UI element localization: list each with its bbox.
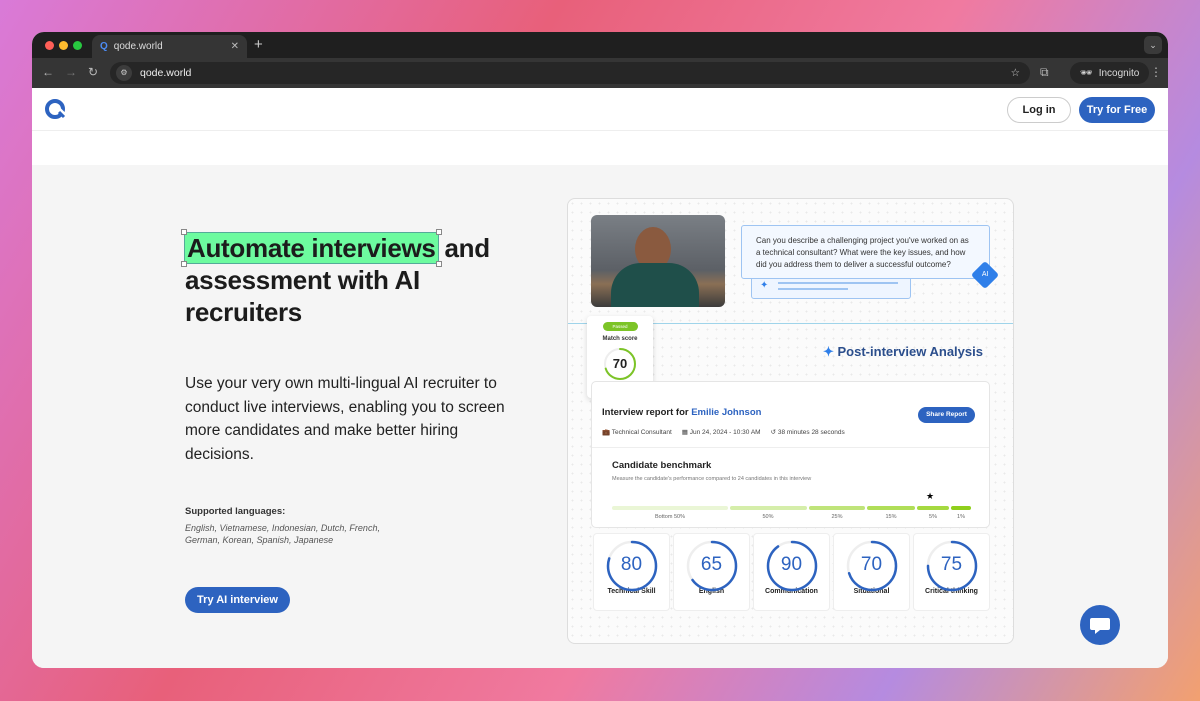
segment-label: 15% xyxy=(885,514,897,520)
skill-score-card: 80 Technical Skill xyxy=(593,533,670,611)
sparkle-icon: ✦ xyxy=(760,280,769,291)
match-score-value: 70 xyxy=(612,356,628,371)
duration-text: 38 minutes 28 seconds xyxy=(777,429,845,436)
duration: ↺ 38 minutes 28 seconds xyxy=(771,428,845,436)
new-tab-button[interactable]: + xyxy=(254,36,263,53)
login-button[interactable]: Log in xyxy=(1007,97,1071,123)
candidate-name: Emilie Johnson xyxy=(691,407,762,418)
candidate-position-star-icon: ★ xyxy=(926,491,935,501)
report-title: Interview report for Emilie Johnson xyxy=(602,407,761,418)
address-bar[interactable]: ⚙ qode.world ☆ xyxy=(110,62,1030,84)
incognito-label: Incognito xyxy=(1098,67,1140,79)
briefcase-icon: 💼 xyxy=(602,429,611,436)
try-for-free-button[interactable]: Try for Free xyxy=(1079,97,1155,123)
passed-badge: Passed xyxy=(602,322,638,331)
segment-label: 50% xyxy=(762,514,774,520)
history-icon: ↺ xyxy=(770,429,777,436)
match-score-label: Match score xyxy=(602,336,638,342)
skill-score-card: 65 English xyxy=(673,533,750,611)
score-value: 70 xyxy=(860,554,883,575)
incognito-badge[interactable]: 🕶 Incognito xyxy=(1070,62,1150,84)
benchmark-segment xyxy=(917,506,949,510)
site-header: Log in Try for Free xyxy=(32,88,1168,131)
skill-score-card: 90 Communication xyxy=(753,533,830,611)
benchmark-title: Candidate benchmark xyxy=(612,460,712,471)
incognito-icon: 🕶 xyxy=(1080,67,1093,79)
site-settings-icon[interactable]: ⚙ xyxy=(116,65,132,81)
candidate-photo xyxy=(591,215,725,307)
close-tab-icon[interactable]: ✕ xyxy=(231,41,239,52)
page: Log in Try for Free Automate interviews … xyxy=(32,88,1168,668)
benchmark-segment xyxy=(951,506,971,510)
forward-icon[interactable]: → xyxy=(65,65,77,79)
title-highlight: Automate interviews xyxy=(187,233,436,263)
segment-label: Bottom 50% xyxy=(655,514,685,520)
score-value: 90 xyxy=(780,554,803,575)
interview-report: Interview report for Emilie Johnson Shar… xyxy=(591,381,990,528)
highlighted-text[interactable]: Automate interviews xyxy=(181,229,442,267)
extensions-icon[interactable]: ⧉ xyxy=(1040,65,1049,80)
back-icon[interactable]: ← xyxy=(42,65,54,79)
match-score-ring: 70 xyxy=(603,347,637,381)
languages-title: Supported languages: xyxy=(185,506,286,517)
try-ai-interview-button[interactable]: Try AI interview xyxy=(185,587,290,613)
menu-icon[interactable]: ⋮ xyxy=(1150,65,1162,79)
role: 💼 Technical Consultant xyxy=(602,428,672,436)
qode-logo[interactable] xyxy=(44,97,68,121)
benchmark-segment xyxy=(867,506,915,510)
score-value: 80 xyxy=(620,554,643,575)
segment-label: 25% xyxy=(831,514,843,520)
bookmark-star-icon[interactable]: ☆ xyxy=(1011,67,1020,79)
score-value: 75 xyxy=(940,554,963,575)
score-value: 65 xyxy=(700,554,723,575)
report-divider xyxy=(592,447,989,448)
date-text: Jun 24, 2024 - 10:30 AM xyxy=(689,429,761,436)
segment-label: 1% xyxy=(957,514,965,520)
date: ▦ Jun 24, 2024 - 10:30 AM xyxy=(682,428,761,436)
languages-list: English, Vietnamese, Indonesian, Dutch, … xyxy=(185,523,380,545)
skill-scores: 80 Technical Skill 65 English 90 Communicatio… xyxy=(593,533,990,611)
benchmark-segment xyxy=(809,506,865,510)
benchmark-subtitle: Measure the candidate's performance comp… xyxy=(612,476,812,482)
benchmark-segment xyxy=(730,506,807,510)
tab-bar: Q qode.world ✕ + ⌄ xyxy=(32,32,1168,58)
analysis-title: ✦ Post-interview Analysis xyxy=(823,344,983,360)
report-prefix: Interview report for xyxy=(602,407,692,418)
hero-title: Automate interviews and assessment with … xyxy=(181,229,515,328)
chat-icon xyxy=(1090,618,1110,634)
tab-title: qode.world xyxy=(113,41,163,52)
demo-card: ✦ Can you describe a challenging project… xyxy=(567,198,1014,644)
tab-search-button[interactable]: ⌄ xyxy=(1144,36,1162,54)
header-spacer xyxy=(32,131,1168,165)
maximize-window-button[interactable] xyxy=(73,41,82,50)
role-text: Technical Consultant xyxy=(611,429,672,436)
chat-widget-button[interactable] xyxy=(1080,605,1120,645)
segment-label: 5% xyxy=(929,514,937,520)
benchmark-segment xyxy=(612,506,728,510)
skill-score-card: 75 Critical thinking xyxy=(913,533,990,611)
share-report-button[interactable]: Share Report xyxy=(918,407,975,423)
analysis-title-text: Post-interview Analysis xyxy=(837,344,983,359)
question-bubble: Can you describe a challenging project y… xyxy=(741,225,990,279)
ai-badge-label: AI xyxy=(981,271,989,278)
skill-score-card: 70 Situational xyxy=(833,533,910,611)
tab-active[interactable]: Q qode.world ✕ xyxy=(92,35,247,58)
hero-description: Use your very own multi-lingual AI recru… xyxy=(185,375,505,463)
calendar-icon: ▦ xyxy=(681,429,688,436)
reload-icon[interactable]: ↻ xyxy=(88,65,98,79)
report-meta: 💼 Technical Consultant ▦ Jun 24, 2024 - … xyxy=(602,428,845,436)
sparkle-icon: ✦ xyxy=(823,344,838,359)
favicon-icon: Q xyxy=(100,41,108,52)
browser-window: Q qode.world ✕ + ⌄ ← → ↻ ⚙ qode.world ☆ … xyxy=(32,32,1168,668)
toolbar: ← → ↻ ⚙ qode.world ☆ ⧉ 🕶 Incognito ⋮ xyxy=(32,58,1168,88)
minimize-window-button[interactable] xyxy=(59,41,68,50)
url-text: qode.world xyxy=(140,67,192,79)
close-window-button[interactable] xyxy=(45,41,54,50)
